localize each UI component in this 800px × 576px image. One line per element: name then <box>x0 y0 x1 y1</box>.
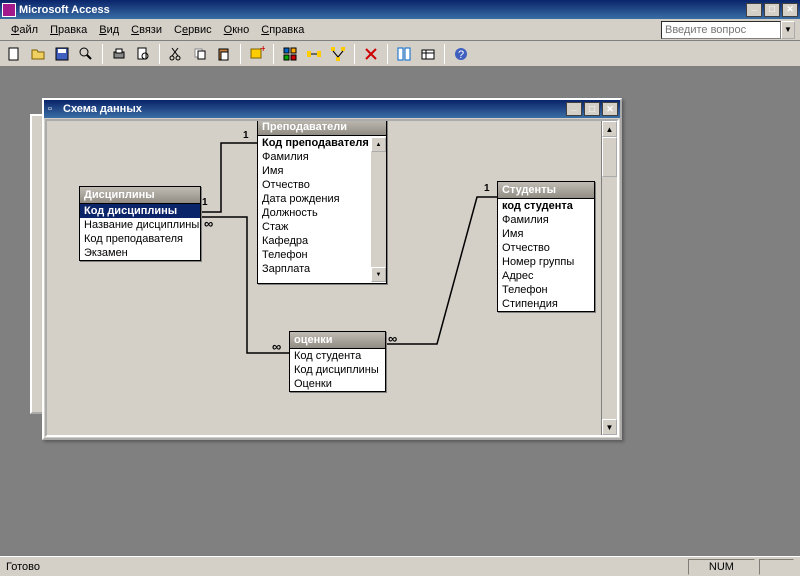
direct-rel-icon[interactable] <box>303 43 325 65</box>
schema-min-button[interactable] <box>566 102 582 116</box>
schema-title-text: Схема данных <box>63 103 566 115</box>
add-table-icon[interactable]: + <box>246 43 268 65</box>
new-icon[interactable] <box>3 43 25 65</box>
scroll-up-icon[interactable]: ▲ <box>602 121 617 137</box>
table-scrollbar[interactable]: ▲▼ <box>371 137 386 282</box>
schema-max-button[interactable] <box>584 102 600 116</box>
paste-icon[interactable] <box>213 43 235 65</box>
schema-canvas[interactable]: 1 1 ∞ ∞ ∞ 1 Дисциплины Код дисциплины На… <box>45 119 619 437</box>
table-teachers-header: Преподаватели <box>258 119 386 136</box>
print-icon[interactable] <box>108 43 130 65</box>
schema-window-icon: ▫ <box>48 103 60 115</box>
close-button[interactable] <box>782 3 798 17</box>
field[interactable]: Фамилия <box>498 213 594 227</box>
scroll-down-icon[interactable]: ▼ <box>602 419 617 435</box>
rel-many-label: ∞ <box>272 339 281 354</box>
menu-window[interactable]: Окно <box>218 22 256 38</box>
svg-text:?: ? <box>458 49 464 61</box>
field[interactable]: Отчество <box>258 178 371 192</box>
menu-service[interactable]: Сервис <box>168 22 218 38</box>
field[interactable]: Код преподавателя <box>80 232 200 246</box>
field[interactable]: код студента <box>498 199 594 213</box>
rel-one-label: 1 <box>202 197 208 208</box>
delete-icon[interactable] <box>360 43 382 65</box>
rel-one-label: 1 <box>243 130 249 141</box>
table-disciplines-header: Дисциплины <box>80 187 200 204</box>
field[interactable]: Экзамен <box>80 246 200 260</box>
schema-vscrollbar[interactable]: ▲ ▼ <box>601 121 617 435</box>
field[interactable]: Имя <box>498 227 594 241</box>
restore-button[interactable] <box>764 3 780 17</box>
app-title: Microsoft Access <box>19 4 746 16</box>
field[interactable]: Стаж <box>258 220 371 234</box>
cut-icon[interactable] <box>165 43 187 65</box>
field[interactable]: Фамилия <box>258 150 371 164</box>
field[interactable]: Стипендия <box>498 297 594 311</box>
field[interactable]: Код студента <box>290 349 385 363</box>
rel-many-label: ∞ <box>388 331 397 346</box>
rel-icon[interactable] <box>393 43 415 65</box>
table-grades-fields: Код студента Код дисциплины Оценки <box>290 349 385 391</box>
help-icon[interactable]: ? <box>450 43 472 65</box>
field[interactable]: Номер группы <box>498 255 594 269</box>
minimize-button[interactable] <box>746 3 762 17</box>
menu-relations[interactable]: Связи <box>125 22 168 38</box>
search-icon[interactable] <box>75 43 97 65</box>
preview-icon[interactable] <box>132 43 154 65</box>
field[interactable]: Телефон <box>258 248 371 262</box>
schema-close-button[interactable] <box>602 102 618 116</box>
field[interactable]: Код преподавателя <box>258 136 371 150</box>
status-empty <box>759 559 794 575</box>
ask-dropdown[interactable]: ▼ <box>781 21 795 39</box>
all-rel-icon[interactable] <box>327 43 349 65</box>
table-students[interactable]: Студенты код студента Фамилия Имя Отчест… <box>497 181 595 312</box>
field[interactable]: Название дисциплины <box>80 218 200 232</box>
db-icon[interactable] <box>417 43 439 65</box>
field[interactable]: Оценки <box>290 377 385 391</box>
status-ready: Готово <box>6 561 684 573</box>
table-disciplines-fields: Код дисциплины Название дисциплины Код п… <box>80 204 200 260</box>
schema-titlebar: ▫ Схема данных <box>44 100 620 118</box>
menu-help[interactable]: Справка <box>255 22 310 38</box>
menu-view[interactable]: Вид <box>93 22 125 38</box>
workspace: ▫ Схема данных 1 1 ∞ ∞ ∞ 1 Дисциплины <box>0 67 800 556</box>
status-num: NUM <box>688 559 755 575</box>
field[interactable]: Должность <box>258 206 371 220</box>
table-students-header: Студенты <box>498 182 594 199</box>
menu-edit[interactable]: Правка <box>44 22 93 38</box>
field[interactable]: Отчество <box>498 241 594 255</box>
field[interactable]: Адрес <box>498 269 594 283</box>
svg-text:+: + <box>260 46 265 55</box>
field[interactable]: Телефон <box>498 283 594 297</box>
table-students-fields: код студента Фамилия Имя Отчество Номер … <box>498 199 594 311</box>
save-icon[interactable] <box>51 43 73 65</box>
app-icon <box>2 3 16 17</box>
show-table-icon[interactable] <box>279 43 301 65</box>
field[interactable]: Зарплата <box>258 262 371 276</box>
table-teachers-fields: Код преподавателя Фамилия Имя Отчество Д… <box>258 136 371 276</box>
open-icon[interactable] <box>27 43 49 65</box>
copy-icon[interactable] <box>189 43 211 65</box>
schema-window: ▫ Схема данных 1 1 ∞ ∞ ∞ 1 Дисциплины <box>42 98 622 440</box>
field[interactable]: Код дисциплины <box>290 363 385 377</box>
field[interactable]: Кафедра <box>258 234 371 248</box>
field[interactable]: Имя <box>258 164 371 178</box>
scroll-thumb[interactable] <box>602 137 617 177</box>
ask-input[interactable] <box>661 21 781 39</box>
menubar: Файл Правка Вид Связи Сервис Окно Справк… <box>0 19 800 41</box>
field[interactable]: Код дисциплины <box>80 204 200 218</box>
table-disciplines[interactable]: Дисциплины Код дисциплины Название дисци… <box>79 186 201 261</box>
table-grades[interactable]: оценки Код студента Код дисциплины Оценк… <box>289 331 386 392</box>
menu-file-label: айл <box>19 24 38 36</box>
statusbar: Готово NUM <box>0 556 800 576</box>
table-teachers[interactable]: Преподаватели Код преподавателя Фамилия … <box>257 119 387 284</box>
ask-box: ▼ <box>661 21 795 39</box>
menu-file[interactable]: Файл <box>5 22 44 38</box>
rel-many-label: ∞ <box>204 216 213 231</box>
toolbar: + ? <box>0 41 800 67</box>
field[interactable]: Дата рождения <box>258 192 371 206</box>
app-titlebar: Microsoft Access <box>0 0 800 19</box>
table-grades-header: оценки <box>290 332 385 349</box>
rel-one-label: 1 <box>484 183 490 194</box>
